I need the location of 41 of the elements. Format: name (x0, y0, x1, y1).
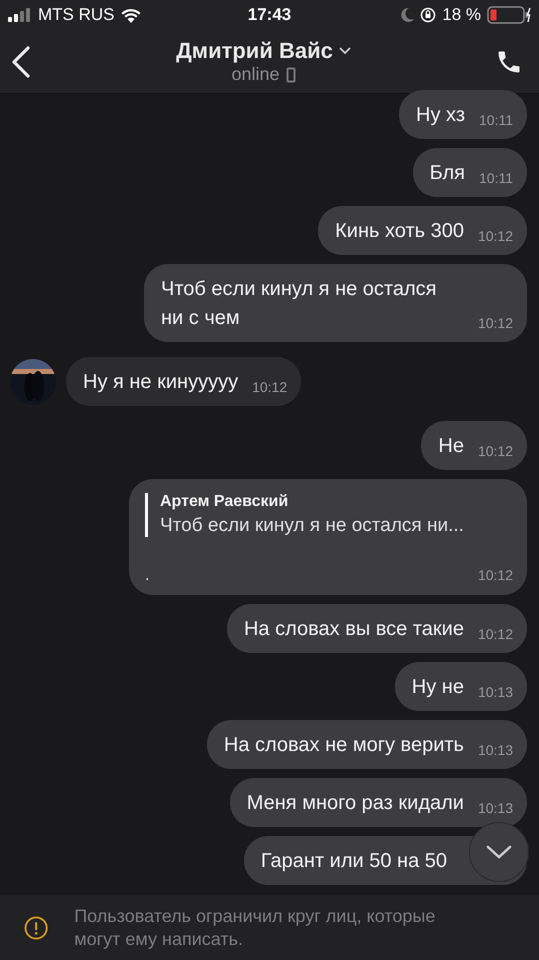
message-text: Гарант или 50 на 50 (260, 849, 447, 874)
message-text: Не (438, 434, 464, 459)
back-icon[interactable] (10, 44, 32, 78)
message-time: 10:13 (478, 742, 513, 760)
online-status: online (231, 64, 280, 85)
message-time: 10:12 (478, 315, 513, 333)
rotation-lock-icon (420, 7, 436, 23)
message-time: 10:12 (478, 443, 513, 461)
signal-icon (8, 8, 32, 22)
message-text: Ну не (412, 675, 464, 700)
message-text: Меня много раз кидали (246, 791, 464, 816)
message-text: Ну хз (416, 103, 465, 128)
message-text: На словах не могу верить (224, 733, 464, 758)
message-time: 10:11 (479, 170, 513, 188)
message-time: 10:12 (252, 379, 288, 397)
moon-icon (401, 8, 414, 22)
message-time: 10:12 (478, 228, 513, 246)
message-text: На словах вы все такие (244, 617, 464, 642)
quote-text: Чтоб если кинул я не остался ни... (160, 515, 465, 537)
battery-percent: 18 % (442, 5, 482, 25)
message-text: . (145, 567, 150, 585)
chevron-down-icon (486, 845, 512, 859)
message-text: Кинь хоть 300 (335, 219, 464, 244)
phone-icon (286, 66, 296, 82)
clock-time: 17:43 (248, 5, 292, 25)
chevron-down-icon[interactable] (338, 47, 351, 55)
message-time: 10:11 (479, 112, 513, 130)
quote-author: Артем Раевский (160, 493, 290, 511)
carrier-name: MTS RUS (38, 5, 114, 25)
message-time: 10:12 (478, 567, 513, 585)
message-text: Ну я не кинууууу (83, 370, 238, 395)
contact-name[interactable]: Дмитрий Вайс (176, 38, 333, 64)
battery-icon (487, 6, 532, 24)
message-time: 10:13 (478, 684, 513, 702)
message-time: 10:12 (478, 626, 513, 644)
message-text: Чтоб если кинул я не остался ни с чем (161, 277, 438, 331)
message-text: Бля (430, 161, 465, 186)
scroll-down-button[interactable] (469, 822, 529, 882)
message-time: 10:13 (478, 800, 513, 818)
restriction-notice: Пользователь ограничил круг лиц, которые могут ему написать. (74, 904, 436, 950)
wifi-icon (120, 8, 140, 22)
